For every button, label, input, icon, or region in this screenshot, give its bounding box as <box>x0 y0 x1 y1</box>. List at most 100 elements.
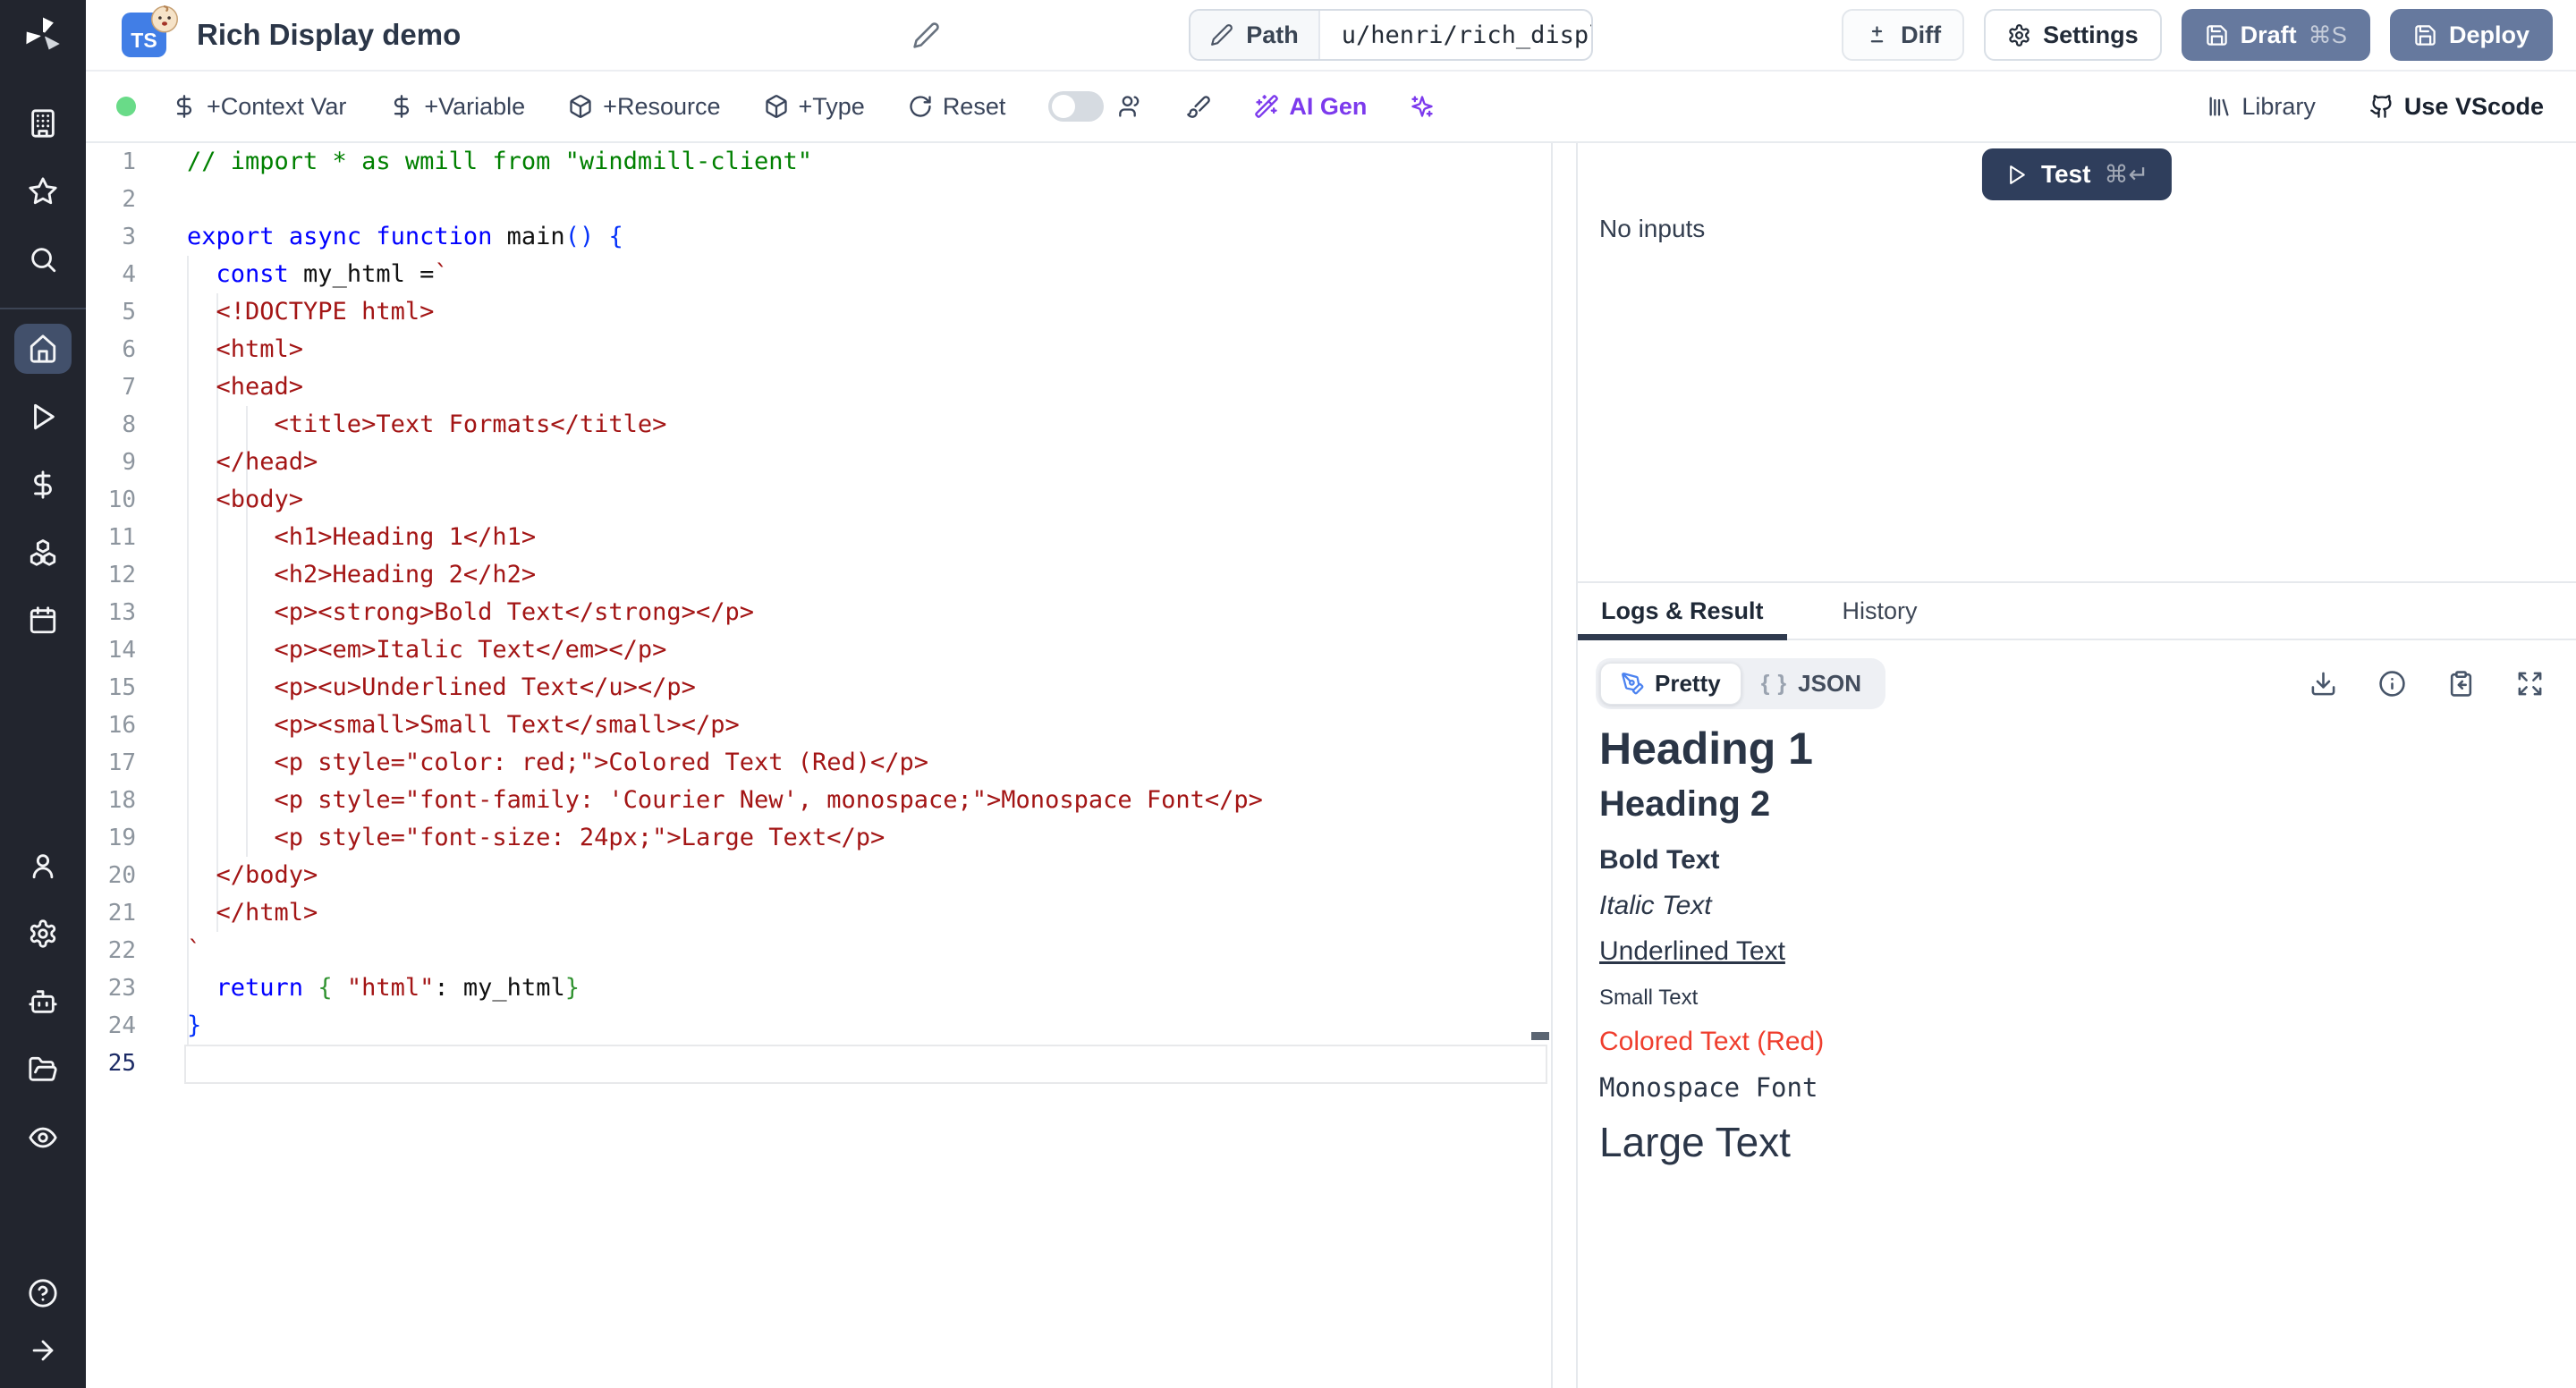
ai-gen-button[interactable]: AI Gen <box>1254 93 1367 121</box>
line-number: 15 <box>86 669 136 707</box>
sidebar-item-folders[interactable] <box>14 1045 72 1095</box>
add-variable-button[interactable]: +Variable <box>389 93 525 121</box>
line-number: 12 <box>86 556 136 594</box>
deploy-button[interactable]: Deploy <box>2390 9 2553 61</box>
diff-button[interactable]: Diff <box>1842 9 1964 61</box>
sidebar-item-search[interactable] <box>14 234 72 284</box>
play-icon <box>2005 164 2028 186</box>
add-resource-button[interactable]: +Resource <box>568 93 720 121</box>
sidebar-item-resources[interactable] <box>14 528 72 578</box>
sidebar-item-favorites[interactable] <box>14 166 72 216</box>
path-edit-button[interactable]: Path <box>1191 11 1320 59</box>
tab-logs-result[interactable]: Logs & Result <box>1578 583 1787 639</box>
line-number: 18 <box>86 782 136 819</box>
line-number: 10 <box>86 481 136 519</box>
code-line: 20 </body> <box>86 857 1551 894</box>
edit-summary-pencil-icon[interactable] <box>912 21 940 49</box>
collab-toggle[interactable] <box>1048 91 1104 122</box>
app-sidebar <box>0 0 86 1388</box>
line-number: 24 <box>86 1007 136 1045</box>
sparkles-icon <box>1410 94 1435 119</box>
star-icon <box>28 176 58 207</box>
result-item-red: Colored Text (Red) <box>1599 1027 2576 1057</box>
code-text: return { "html": my_html} <box>136 969 580 1007</box>
gear-icon <box>28 918 58 949</box>
code-line: 15 <p><u>Underlined Text</u></p> <box>86 669 1551 707</box>
windmill-logo-icon[interactable] <box>0 0 86 70</box>
sidebar-item-schedules[interactable] <box>14 596 72 646</box>
sidebar-group <box>0 832 86 1172</box>
code-line: 3export async function main() { <box>86 218 1551 256</box>
test-shortcut: ⌘↵ <box>2104 161 2148 189</box>
tab-history[interactable]: History <box>1819 583 1941 639</box>
code-text: <p><em>Italic Text</em></p> <box>136 631 666 669</box>
code-text: <title>Text Formats</title> <box>136 406 666 444</box>
eye-icon <box>28 1122 58 1153</box>
line-number: 23 <box>86 969 136 1007</box>
pen-nib-icon <box>1621 672 1645 696</box>
sidebar-item-variables[interactable] <box>14 460 72 510</box>
sidebar-item-users[interactable] <box>14 841 72 891</box>
clipboard-icon[interactable] <box>2447 670 2475 698</box>
sidebar-item-home[interactable] <box>14 324 72 374</box>
line-number: 5 <box>86 293 136 331</box>
code-text: <body> <box>136 481 303 519</box>
sidebar-divider <box>0 308 86 309</box>
line-number: 25 <box>86 1045 136 1082</box>
result-item-bold: Bold Text <box>1599 845 2576 876</box>
view-json-button[interactable]: { } JSON <box>1741 664 1881 704</box>
code-line: 18 <p style="font-family: 'Courier New',… <box>86 782 1551 819</box>
test-button[interactable]: Test ⌘↵ <box>1982 148 2172 200</box>
play-icon <box>28 402 58 432</box>
code-line: 14 <p><em>Italic Text</em></p> <box>86 631 1551 669</box>
line-number: 22 <box>86 932 136 969</box>
sidebar-item-workers[interactable] <box>14 977 72 1027</box>
add-context-var-button[interactable]: +Context Var <box>172 93 346 121</box>
code-editor[interactable]: 1// import * as wmill from "windmill-cli… <box>86 143 1553 1388</box>
wand-icon <box>1254 94 1279 119</box>
result-tabs: Logs & Result History <box>1578 583 2576 640</box>
building-icon <box>28 108 58 139</box>
result-item-small: Small Text <box>1599 986 2576 1011</box>
view-pretty-button[interactable]: Pretty <box>1600 663 1741 705</box>
sidebar-item-audit-logs[interactable] <box>14 1113 72 1163</box>
code-line: 2 <box>86 181 1551 218</box>
add-type-button[interactable]: +Type <box>764 93 865 121</box>
line-number: 21 <box>86 894 136 932</box>
pane-splitter[interactable] <box>1553 143 1578 1388</box>
line-number: 1 <box>86 143 136 181</box>
sidebar-item-settings[interactable] <box>14 909 72 959</box>
code-line: 12 <h2>Heading 2</h2> <box>86 556 1551 594</box>
path-label: Path <box>1246 21 1299 49</box>
reset-button[interactable]: Reset <box>908 93 1006 121</box>
rotate-icon <box>908 94 933 119</box>
expand-icon[interactable] <box>2516 670 2544 698</box>
format-button[interactable] <box>1186 94 1211 119</box>
download-icon[interactable] <box>2309 670 2337 698</box>
users-icon[interactable] <box>1118 94 1143 119</box>
draft-button[interactable]: Draft ⌘S <box>2182 9 2370 61</box>
sidebar-item-collapse[interactable] <box>14 1325 72 1375</box>
sidebar-group <box>0 315 86 655</box>
line-number: 6 <box>86 331 136 368</box>
code-text: export async function main() { <box>136 218 623 256</box>
code-text: <p><small>Small Text</small></p> <box>136 707 740 744</box>
line-number: 20 <box>86 857 136 894</box>
sidebar-item-help[interactable] <box>14 1268 72 1318</box>
path-widget[interactable]: Path u/henri/rich_display_demo <box>1189 9 1593 61</box>
library-button[interactable]: Library <box>2207 93 2316 121</box>
code-text: <!DOCTYPE html> <box>136 293 434 331</box>
sidebar-item-runs[interactable] <box>14 392 72 442</box>
calendar-icon <box>28 605 58 636</box>
sidebar-item-workspace[interactable] <box>14 98 72 148</box>
code-text: // import * as wmill from "windmill-clie… <box>136 143 812 181</box>
settings-button[interactable]: Settings <box>1984 9 2162 61</box>
code-line: 9 </head> <box>86 444 1551 481</box>
result-item-h1: Heading 1 <box>1599 722 2576 775</box>
code-line: 13 <p><strong>Bold Text</strong></p> <box>86 594 1551 631</box>
use-vscode-button[interactable]: Use VScode <box>2369 93 2544 121</box>
ai-sparkles-button[interactable] <box>1410 94 1435 119</box>
line-number: 2 <box>86 181 136 218</box>
info-icon[interactable] <box>2378 670 2406 698</box>
code-text: <head> <box>136 368 303 406</box>
